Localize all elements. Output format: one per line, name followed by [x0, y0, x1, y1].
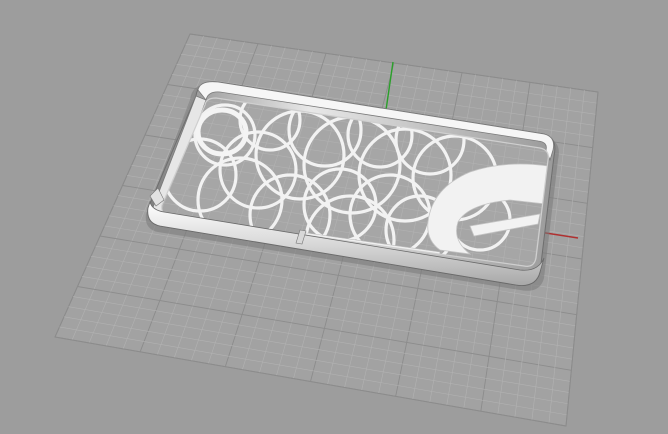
3d-viewport[interactable]	[0, 0, 668, 434]
viewport-canvas[interactable]	[0, 0, 668, 434]
